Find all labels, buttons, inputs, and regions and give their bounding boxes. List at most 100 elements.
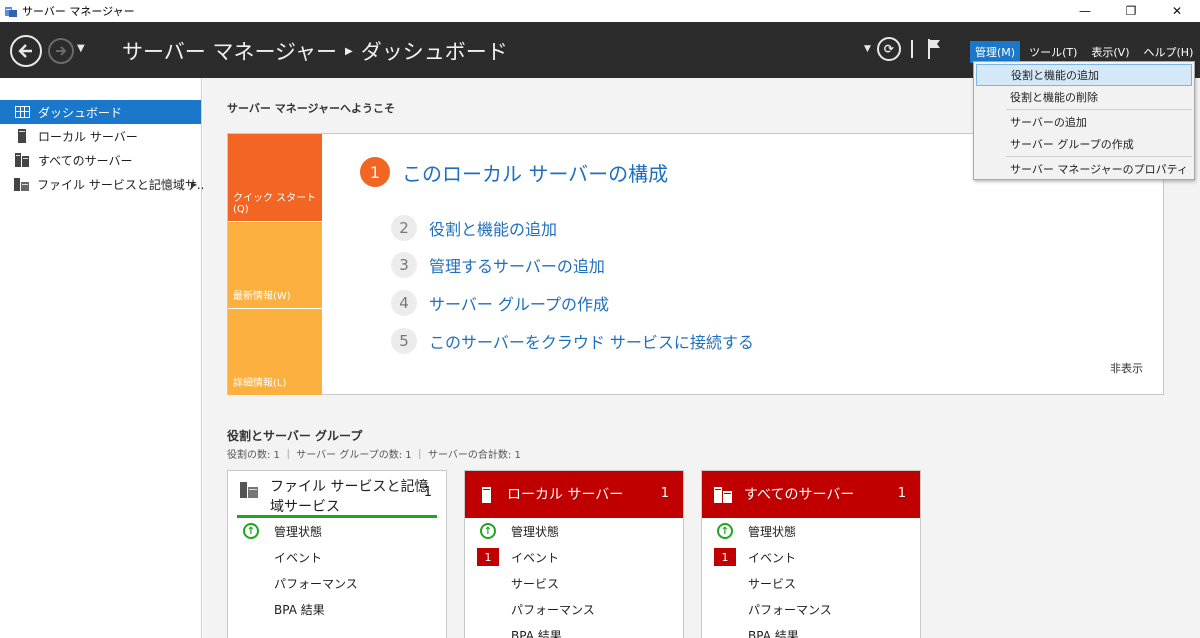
card-row-services[interactable]: サービス — [702, 570, 920, 596]
role-card-local-server[interactable]: ローカル サーバー 1 ↑ 管理状態 1 イベント サービス パフォーマンス B… — [464, 470, 684, 638]
role-card-all-servers[interactable]: すべてのサーバー 1 ↑ 管理状態 1 イベント サービス パフォーマンス BP… — [701, 470, 921, 638]
menu-item-properties[interactable]: サーバー マネージャーのプロパティ — [976, 158, 1192, 180]
divider — [910, 40, 913, 58]
card-header[interactable]: ファイル サービスと記憶域サービス 1 — [228, 471, 446, 518]
card-title: ローカル サーバー — [507, 486, 624, 503]
menu-item-create-server-group[interactable]: サーバー グループの作成 — [976, 133, 1192, 155]
menu-bar: 管理(M) ツール(T) 表示(V) ヘルプ(H) — [970, 41, 1200, 63]
arrow-right-icon — [56, 46, 67, 56]
menu-item-add-servers[interactable]: サーバーの追加 — [976, 111, 1192, 133]
step-link[interactable]: このサーバーをクラウド サービスに接続する — [429, 329, 754, 353]
refresh-icon[interactable]: ⟳ — [876, 37, 901, 61]
hide-welcome-link[interactable]: 非表示 — [1110, 360, 1143, 376]
servers-icon — [14, 153, 30, 167]
step-configure-local-server[interactable]: 1 このローカル サーバーの構成 — [360, 157, 668, 187]
refresh-dropdown-icon[interactable]: ▼ — [864, 44, 871, 54]
window-controls: — ❐ ✕ — [1062, 0, 1200, 22]
card-count: 1 — [897, 486, 906, 501]
whats-new-tile[interactable]: 最新情報(W) — [228, 222, 322, 308]
card-row-manageability[interactable]: ↑ 管理状態 — [228, 518, 446, 544]
step-number: 2 — [391, 215, 417, 241]
step-add-roles[interactable]: 2 役割と機能の追加 — [391, 215, 557, 241]
header-tools: ▼ ⟳ — [864, 37, 943, 61]
step-create-group[interactable]: 4 サーバー グループの作成 — [391, 290, 609, 316]
step-link[interactable]: サーバー グループの作成 — [429, 291, 609, 315]
quick-start-tile[interactable]: クイック スタート(Q) — [228, 134, 322, 221]
step-link[interactable]: 役割と機能の追加 — [429, 216, 557, 240]
forward-button[interactable] — [48, 38, 74, 64]
row-badge-empty — [714, 626, 736, 638]
card-row-performance[interactable]: パフォーマンス — [465, 596, 683, 622]
status-ok-icon: ↑ — [477, 522, 499, 540]
arrow-left-icon — [18, 44, 32, 58]
sidebar-item-label: ローカル サーバー — [38, 129, 138, 144]
menu-view[interactable]: 表示(V) — [1086, 41, 1134, 63]
card-row-performance[interactable]: パフォーマンス — [702, 596, 920, 622]
status-ok-icon: ↑ — [714, 522, 736, 540]
card-row-events[interactable]: 1 イベント — [465, 544, 683, 570]
step-number: 4 — [391, 290, 417, 316]
title-bar: サーバー マネージャー — ❐ ✕ — [0, 0, 1200, 22]
card-row-bpa[interactable]: BPA 結果 — [702, 622, 920, 638]
expand-arrow-icon[interactable]: ▶ — [191, 180, 197, 189]
role-card-file-services[interactable]: ファイル サービスと記憶域サービス 1 ↑ 管理状態 イベント パフォーマンス … — [227, 470, 447, 638]
menu-item-add-roles[interactable]: 役割と機能の追加 — [976, 64, 1192, 86]
history-dropdown-icon[interactable]: ▼ — [77, 43, 85, 54]
welcome-title: サーバー マネージャーへようこそ — [227, 102, 395, 115]
sidebar-item-dashboard[interactable]: ダッシュボード — [0, 100, 201, 124]
notifications-flag-icon[interactable] — [927, 38, 943, 60]
menu-separator — [1006, 156, 1192, 157]
card-row-performance[interactable]: パフォーマンス — [228, 570, 446, 596]
row-badge-empty — [714, 574, 736, 592]
alert-count-badge: 1 — [477, 548, 499, 566]
card-row-events[interactable]: イベント — [228, 544, 446, 570]
row-badge-empty — [477, 626, 499, 638]
sidebar-item-label: ファイル サービスと記憶域サ... — [37, 177, 209, 192]
row-label: 管理状態 — [748, 524, 797, 539]
minimize-button[interactable]: — — [1062, 0, 1108, 22]
card-row-manageability[interactable]: ↑ 管理状態 — [465, 518, 683, 544]
card-row-events[interactable]: 1 イベント — [702, 544, 920, 570]
row-label: パフォーマンス — [748, 602, 832, 617]
menu-manage[interactable]: 管理(M) — [970, 41, 1021, 63]
card-count: 1 — [660, 486, 669, 501]
sidebar-item-file-services[interactable]: ファイル サービスと記憶域サ... ▶ — [0, 172, 208, 196]
step-connect-cloud[interactable]: 5 このサーバーをクラウド サービスに接続する — [391, 328, 754, 354]
menu-tools[interactable]: ツール(T) — [1024, 41, 1082, 63]
status-ok-icon: ↑ — [240, 522, 262, 540]
menu-separator — [1006, 109, 1192, 110]
alert-count-badge: 1 — [714, 548, 736, 566]
card-header[interactable]: すべてのサーバー 1 — [702, 471, 920, 518]
row-label: イベント — [511, 550, 560, 565]
row-badge-empty — [240, 548, 262, 566]
row-label: イベント — [748, 550, 797, 565]
breadcrumb-root[interactable]: サーバー マネージャー — [122, 36, 337, 66]
step-number: 3 — [391, 252, 417, 278]
sidebar-item-local-server[interactable]: ローカル サーバー — [0, 124, 201, 148]
row-label: サービス — [748, 576, 797, 591]
card-row-services[interactable]: サービス — [465, 570, 683, 596]
row-badge-empty — [240, 574, 262, 592]
file-services-icon — [14, 177, 29, 191]
menu-item-remove-roles[interactable]: 役割と機能の削除 — [976, 86, 1192, 108]
restore-button[interactable]: ❐ — [1108, 0, 1154, 22]
menu-help[interactable]: ヘルプ(H) — [1139, 41, 1199, 63]
close-button[interactable]: ✕ — [1154, 0, 1200, 22]
sidebar-item-label: ダッシュボード — [38, 105, 123, 120]
step-add-servers[interactable]: 3 管理するサーバーの追加 — [391, 252, 605, 278]
manage-menu-dropdown: 役割と機能の追加 役割と機能の削除 サーバーの追加 サーバー グループの作成 サ… — [973, 61, 1195, 180]
step-link[interactable]: 管理するサーバーの追加 — [429, 253, 605, 277]
sidebar-item-all-servers[interactable]: すべてのサーバー — [0, 148, 201, 172]
server-manager-app-icon — [5, 7, 17, 17]
learn-more-tile[interactable]: 詳細情報(L) — [228, 309, 322, 395]
card-row-bpa[interactable]: BPA 結果 — [228, 596, 446, 622]
row-label: BPA 結果 — [748, 628, 799, 638]
card-row-bpa[interactable]: BPA 結果 — [465, 622, 683, 638]
back-button[interactable] — [10, 35, 42, 67]
step-link[interactable]: このローカル サーバーの構成 — [402, 158, 668, 187]
card-row-manageability[interactable]: ↑ 管理状態 — [702, 518, 920, 544]
sidebar: ダッシュボード ローカル サーバー すべてのサーバー ファイル サービスと記憶域… — [0, 78, 208, 638]
row-label: サービス — [511, 576, 560, 591]
card-header[interactable]: ローカル サーバー 1 — [465, 471, 683, 518]
row-label: BPA 結果 — [274, 602, 325, 617]
